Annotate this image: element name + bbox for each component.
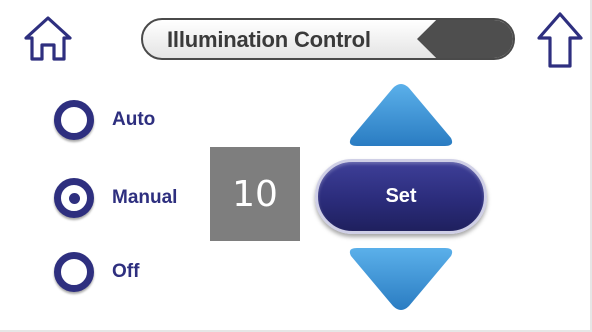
- set-button-label: Set: [385, 185, 417, 207]
- triangle-down-icon[interactable]: [347, 246, 455, 312]
- title-bar: Illumination Control: [141, 18, 515, 60]
- set-button[interactable]: Set: [315, 159, 487, 234]
- radio-label-auto: Auto: [112, 109, 156, 130]
- title-tab: [417, 20, 513, 58]
- radio-dot: [68, 192, 80, 204]
- radio-auto[interactable]: Auto: [54, 100, 155, 140]
- radio-off[interactable]: Off: [54, 252, 139, 292]
- radio-unselected-icon: [54, 100, 94, 140]
- home-icon[interactable]: [22, 14, 74, 62]
- arrow-up-icon[interactable]: [535, 10, 585, 70]
- level-value-display: 10: [210, 147, 300, 241]
- radio-manual[interactable]: Manual: [54, 178, 177, 218]
- radio-label-manual: Manual: [112, 187, 178, 208]
- radio-unselected-icon: [54, 252, 94, 292]
- radio-label-off: Off: [112, 261, 140, 282]
- level-value: 10: [232, 173, 278, 215]
- triangle-up-icon[interactable]: [347, 82, 455, 148]
- radio-selected-icon: [54, 178, 94, 218]
- page-title: Illumination Control: [167, 27, 371, 52]
